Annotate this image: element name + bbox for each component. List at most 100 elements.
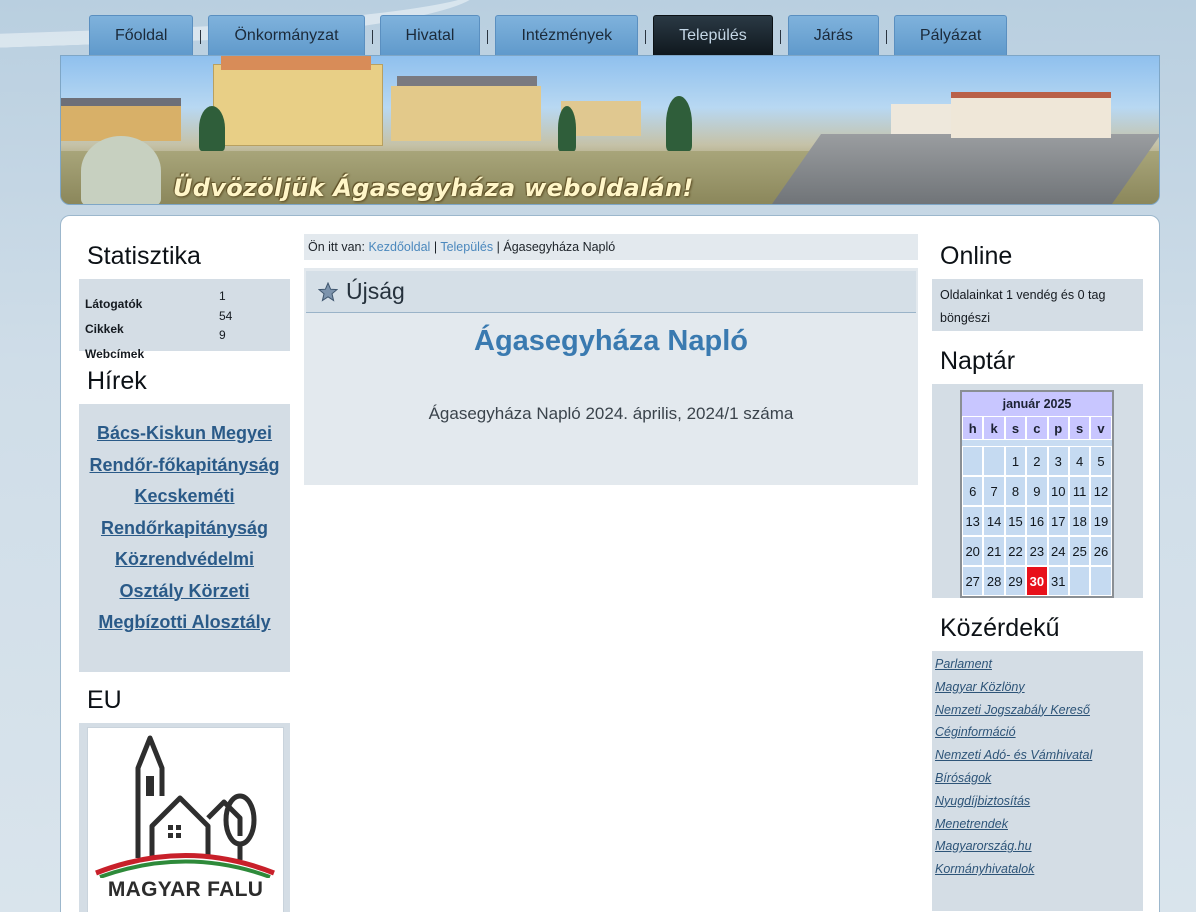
calendar-day[interactable]: 1 (1004, 446, 1027, 476)
banner-tree (558, 106, 576, 151)
banner-school-building (213, 64, 383, 146)
calendar-day[interactable]: 3 (1047, 446, 1069, 476)
public-info-link[interactable]: Nemzeti Adó- és Vámhivatal (935, 744, 1140, 767)
calendar-day[interactable]: 4 (1068, 446, 1091, 476)
calendar-month: január 2025 (962, 392, 1112, 416)
calendar-day[interactable]: 7 (983, 476, 1005, 506)
calendar-day[interactable]: 29 (1004, 566, 1027, 596)
calendar-day[interactable]: 8 (1004, 476, 1027, 506)
article-title[interactable]: Ágasegyháza Napló (306, 325, 916, 358)
calendar-day[interactable]: 9 (1026, 476, 1048, 506)
day-header: s (1068, 416, 1091, 440)
magyar-falu-logo[interactable]: MAGYAR FALU (87, 727, 284, 912)
breadcrumb-separator: | (433, 240, 438, 254)
breadcrumb-current: Ágasegyháza Napló (503, 240, 616, 254)
calendar-day[interactable]: 28 (983, 566, 1005, 596)
banner-house (951, 98, 1111, 138)
tab-hivatal[interactable]: Hivatal (379, 15, 481, 56)
banner-building (391, 86, 541, 141)
tab-onkormanyzat[interactable]: Önkormányzat (208, 15, 365, 56)
calendar-day[interactable]: 18 (1068, 506, 1091, 536)
main-nav: Főoldal Önkormányzat Hivatal Intézmények… (89, 14, 1008, 56)
stats-values: 1 54 9 (219, 287, 232, 346)
online-title: Online (940, 242, 1013, 270)
public-info-link[interactable]: Menetrendek (935, 813, 1140, 836)
tab-fooldal[interactable]: Főoldal (89, 15, 194, 56)
left-sidebar: Statisztika Látogatók Cikkek Webcímek 1 … (79, 238, 290, 912)
calendar-day[interactable]: 2 (1026, 446, 1048, 476)
calendar-day[interactable]: 17 (1047, 506, 1069, 536)
breadcrumb-separator: | (496, 240, 500, 254)
tab-jaras[interactable]: Járás (787, 15, 879, 56)
calendar-day[interactable]: 25 (1068, 536, 1091, 566)
calendar-day[interactable]: 22 (1004, 536, 1027, 566)
public-info-link[interactable]: Nyugdíjbiztosítás (935, 790, 1140, 813)
calendar-day[interactable]: 24 (1047, 536, 1069, 566)
stats-labels: Látogatók Cikkek Webcímek (85, 292, 144, 367)
calendar-day[interactable]: 11 (1068, 476, 1091, 506)
logo-text: MAGYAR FALU (107, 878, 264, 901)
stats-label-weblinks: Webcímek (85, 347, 145, 361)
calendar-box: január 2025 h k s c p s v 1 2 3 4 5 6 7 8 9 10 11 1… (932, 384, 1143, 598)
calendar-day[interactable]: 26 (1090, 536, 1112, 566)
calendar-grid: h k s c p s v 1 2 3 4 5 6 7 8 9 10 11 12 13 14 15 16 17 1… (962, 416, 1112, 596)
calendar-day[interactable]: 19 (1090, 506, 1112, 536)
tab-intezmenyek[interactable]: Intézmények (495, 15, 639, 56)
tab-palyazat[interactable]: Pályázat (893, 15, 1008, 56)
calendar-empty-cell (1090, 566, 1112, 596)
online-box: Oldalainkat 1 vendég és 0 tag böngészi (932, 279, 1143, 331)
breadcrumb-home-link[interactable]: Kezdőoldal (368, 240, 430, 254)
stats-label-visitors: Látogatók (85, 297, 143, 311)
tab-telepules[interactable]: Település (653, 15, 773, 56)
right-sidebar: Online Oldalainkat 1 vendég és 0 tag bön… (932, 238, 1143, 911)
calendar-day[interactable]: 5 (1090, 446, 1112, 476)
banner-road (770, 134, 1159, 204)
calendar-day[interactable]: 16 (1026, 506, 1048, 536)
calendar-day[interactable]: 31 (1047, 566, 1069, 596)
nav-separator (371, 30, 373, 44)
nav-separator (200, 30, 202, 44)
article-category: Újság (346, 278, 405, 304)
public-info-link[interactable]: Parlament (935, 653, 1140, 676)
article-category-header: Újság (306, 271, 916, 313)
calendar-day[interactable]: 23 (1026, 536, 1048, 566)
news-box: Bács-Kiskun Megyei Rendőr-főkapitányság … (79, 404, 290, 672)
article: Újság Ágasegyháza Napló Ágasegyháza Napl… (304, 268, 918, 485)
calendar-day[interactable]: 12 (1090, 476, 1112, 506)
star-icon (318, 281, 338, 302)
calendar-day[interactable]: 27 (962, 566, 984, 596)
main-content: Ön itt van: Kezdőoldal | Település | Ága… (304, 234, 918, 485)
breadcrumb-telepules-link[interactable]: Település (440, 240, 493, 254)
calendar-day[interactable]: 10 (1047, 476, 1069, 506)
stats-value-articles: 54 (219, 308, 233, 323)
stats-label-articles: Cikkek (85, 322, 124, 336)
stats-title: Statisztika (87, 242, 201, 270)
banner-tree (199, 106, 225, 151)
day-header: h (962, 416, 984, 440)
public-info-link[interactable]: Magyar Közlöny (935, 676, 1140, 699)
calendar-day[interactable]: 20 (962, 536, 984, 566)
calendar-day[interactable]: 13 (962, 506, 984, 536)
police-link[interactable]: Bács-Kiskun Megyei Rendőr-főkapitányság … (89, 423, 279, 632)
public-info-links: Parlament Magyar Közlöny Nemzeti Jogszabál… (932, 651, 1143, 911)
public-info-link[interactable]: Nemzeti Jogszabály Kereső (935, 699, 1140, 722)
header-banner: Üdvözöljük Ágasegyháza weboldalán! (60, 55, 1160, 205)
day-header: s (1004, 416, 1027, 440)
eu-box: MAGYAR FALU (79, 723, 290, 912)
calendar-day[interactable]: 6 (962, 476, 984, 506)
stats-value-visitors: 1 (219, 289, 226, 303)
calendar-title: Naptár (940, 347, 1016, 375)
breadcrumb-prefix: Ön itt van: (308, 240, 365, 254)
public-info-link[interactable]: Céginformáció (935, 721, 1140, 744)
calendar-day[interactable]: 15 (1004, 506, 1027, 536)
calendar-empty-cell (983, 446, 1005, 476)
calendar-day[interactable]: 14 (983, 506, 1005, 536)
public-info-link[interactable]: Bíróságok (935, 767, 1140, 790)
public-info-link[interactable]: Magyarország.hu (935, 835, 1140, 858)
calendar-day[interactable]: 21 (983, 536, 1005, 566)
calendar-day-today[interactable]: 30 (1026, 566, 1048, 596)
public-info-link[interactable]: Kormányhivatalok (935, 858, 1140, 881)
breadcrumb: Ön itt van: Kezdőoldal | Település | Ága… (304, 234, 918, 260)
day-header: k (983, 416, 1005, 440)
online-text: Oldalainkat 1 vendég és 0 tag böngészi (940, 288, 1106, 325)
